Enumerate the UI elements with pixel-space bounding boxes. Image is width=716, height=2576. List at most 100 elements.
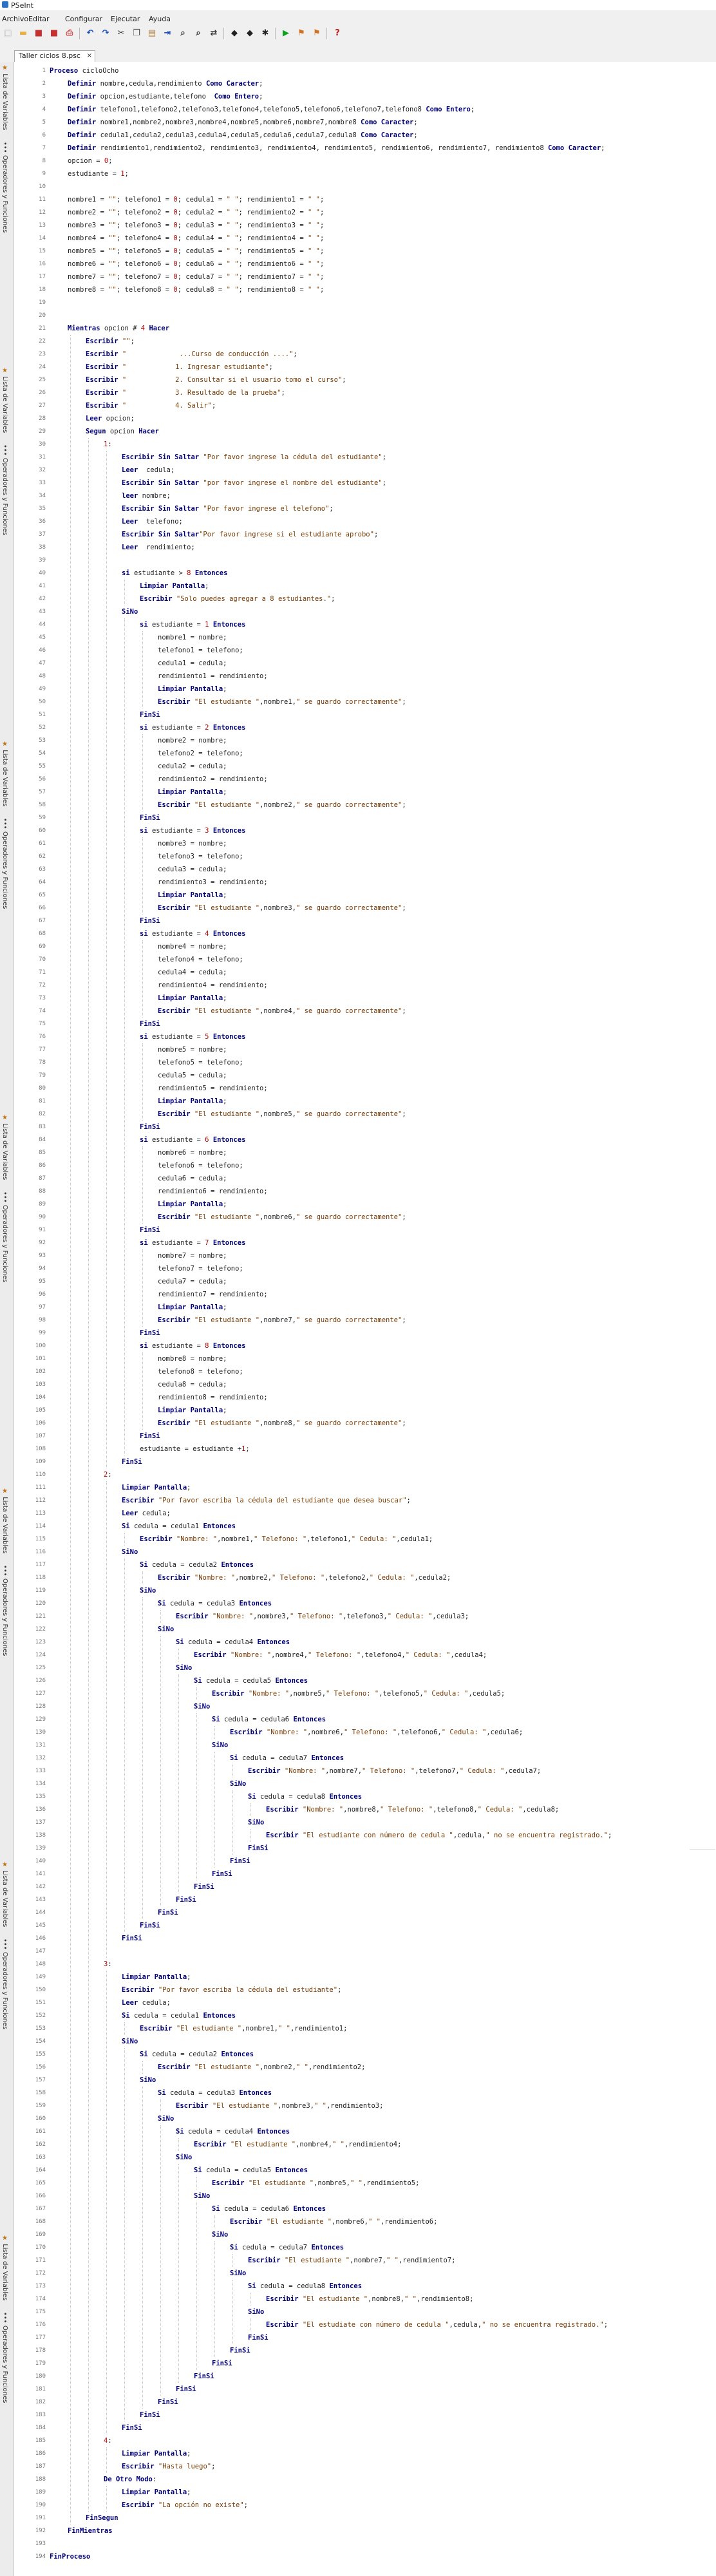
code-line[interactable]: rendimiento8 = rendimiento; [158,1391,268,1404]
operators-panel-tab[interactable]: ••• Operadores y Funciones [1,1191,8,1282]
code-line[interactable]: Limpiar Pantalla; [122,1971,191,1984]
code-line[interactable]: FinSi [140,1018,160,1030]
code-line[interactable]: FinSi [122,2421,142,2434]
run-button[interactable]: ▶ [279,27,292,40]
code-line[interactable]: Si cedula = cedula7 Entonces [230,2241,344,2254]
code-line[interactable]: cedula2 = cedula; [158,760,227,773]
code-line[interactable]: nombre2 = nombre; [158,734,227,747]
code-line[interactable]: FinSi [140,2409,160,2421]
find-button[interactable]: ⌕ [176,27,189,40]
code-line[interactable]: FinSi [140,914,160,927]
code-line[interactable]: Escribir "El estudiante ",nombre1," ",re… [140,2022,347,2035]
code-line[interactable]: SiNo [248,1816,264,1829]
code-line[interactable]: Escribir " 4. Salir"; [86,399,216,412]
code-line[interactable]: Leer telefono; [122,515,183,528]
code-line[interactable]: Definir telefono1,telefono2,telefono3,te… [68,103,475,116]
code-line[interactable]: Limpiar Pantalla; [158,683,227,696]
code-line[interactable]: nombre5 = ""; telefono5 = 0; cedula5 = "… [68,245,324,258]
code-line[interactable]: Limpiar Pantalla; [158,1198,227,1211]
code-line[interactable]: si estudiante > 8 Entonces [122,567,227,580]
code-line[interactable]: si estudiante = 6 Entonces [140,1133,245,1146]
code-line[interactable]: cedula5 = cedula; [158,1069,227,1082]
code-line[interactable]: leer nombre; [122,489,171,502]
code-line[interactable]: SiNo [122,2035,138,2048]
code-line[interactable]: Escribir "Nombre: ",nombre6," Telefono: … [230,1726,523,1739]
menu-ejecutar[interactable]: Ejecutar [111,15,140,23]
code-line[interactable]: FinSi [212,2357,232,2370]
copy-button[interactable]: ❐ [130,27,143,40]
variables-panel-tab[interactable]: ★ Lista de Variables [1,367,8,433]
code-line[interactable]: Escribir "El estudiante ",nombre6," ",re… [230,2215,437,2228]
code-line[interactable]: Escribir "El estudiante con número de ce… [266,1829,612,1842]
code-line[interactable]: Si cedula = cedula4 Entonces [176,1636,290,1649]
code-line[interactable]: 4: [104,2434,112,2447]
code-line[interactable]: Escribir Sin Saltar "Por favor ingrese e… [122,502,334,515]
code-line[interactable]: FinSi [230,1855,250,1868]
step-by-step-button[interactable]: ⚑ [310,27,323,40]
code-line[interactable]: cedula4 = cedula; [158,966,227,979]
code-line[interactable]: Limpiar Pantalla; [122,2447,191,2460]
code-line[interactable]: Escribir Sin Saltar"Por favor ingrese si… [122,528,378,541]
variables-panel-tab[interactable]: ★ Lista de Variables [1,741,8,806]
operators-panel-tab[interactable]: ••• Operadores y Funciones [1,2312,8,2403]
code-line[interactable]: FinProceso [50,2550,90,2563]
code-line[interactable]: Definir rendimiento1,rendimiento2, rendi… [68,142,605,155]
code-line[interactable]: Escribir "El estudiante ",nombre7," ",re… [248,2254,455,2267]
code-line[interactable]: nombre6 = nombre; [158,1146,227,1159]
code-line[interactable]: FinSegun [86,2512,118,2524]
code-line[interactable]: Escribir "El estudiante ",nombre7," se g… [158,1314,406,1327]
code-line[interactable]: Limpiar Pantalla; [158,786,227,799]
code-line[interactable]: nombre4 = nombre; [158,940,227,953]
code-line[interactable]: Limpiar Pantalla; [158,1404,227,1417]
code-line[interactable]: nombre4 = ""; telefono4 = 0; cedula4 = "… [68,232,324,245]
variables-panel-tab[interactable]: ★ Lista de Variables [1,64,8,130]
code-line[interactable]: rendimiento5 = rendimiento; [158,1082,268,1095]
code-line[interactable]: Escribir "El estudiante ",nombre3," se g… [158,902,406,914]
code-line[interactable]: si estudiante = 5 Entonces [140,1030,245,1043]
new-file-button[interactable]: □ [1,27,14,40]
variables-panel-tab[interactable]: ★ Lista de Variables [1,1114,8,1180]
code-line[interactable]: Escribir " 2. Consultar si el usuario to… [86,374,346,386]
code-line[interactable]: telefono2 = telefono; [158,747,243,760]
paste-button[interactable]: ▤ [146,27,158,40]
code-line[interactable]: Escribir "El estudiante ",nombre8," ",re… [266,2293,473,2306]
code-line[interactable]: Si cedula = cedula1 Entonces [122,2009,236,2022]
variables-panel-tab[interactable]: ★ Lista de Variables [1,1488,8,1553]
code-line[interactable]: nombre7 = nombre; [158,1249,227,1262]
code-line[interactable]: nombre1 = ""; telefono1 = 0; cedula1 = "… [68,193,324,206]
code-line[interactable]: FinSi [140,1224,160,1236]
operators-panel-tab[interactable]: ••• Operadores y Funciones [1,444,8,535]
code-line[interactable]: Segun opcion Hacer [86,425,159,438]
code-line[interactable]: FinSi [194,2370,214,2383]
redo-button[interactable]: ↷ [99,27,112,40]
code-line[interactable]: Mientras opcion # 4 Hacer [68,322,169,335]
code-line[interactable]: SiNo [212,1739,228,1752]
code-line[interactable]: Escribir "El estudiante ",nombre1," se g… [158,696,406,708]
code-line[interactable]: si estudiante = 1 Entonces [140,618,245,631]
code-line[interactable]: SiNo [230,1777,246,1790]
code-line[interactable]: Escribir "El estudiante ",nombre3," ",re… [176,2099,383,2112]
menu-configurar[interactable]: Configurar [65,15,102,23]
code-line[interactable]: Escribir " 3. Resultado de la prueba"; [86,386,285,399]
code-line[interactable]: SiNo [122,1546,138,1558]
code-line[interactable]: rendimiento7 = rendimiento; [158,1288,268,1301]
replace-button[interactable]: ⇄ [207,27,220,40]
code-line[interactable]: FinSi [158,1906,178,1919]
code-line[interactable]: Escribir " ...Curso de conducción ...."; [86,348,297,361]
code-line[interactable]: Si cedula = cedula6 Entonces [212,2202,326,2215]
code-line[interactable]: Escribir "El estudiante ",nombre6," se g… [158,1211,406,1224]
code-line[interactable]: Limpiar Pantalla; [140,580,209,592]
code-line[interactable]: Leer rendimiento; [122,541,195,554]
code-line[interactable]: Escribir "Hasta luego"; [122,2460,215,2473]
code-line[interactable]: cedula3 = cedula; [158,863,227,876]
code-line[interactable]: Si cedula = cedula6 Entonces [212,1713,326,1726]
code-line[interactable]: SiNo [230,2267,246,2280]
code-line[interactable]: SiNo [248,2306,264,2318]
code-line[interactable]: Escribir "Nombre: ",nombre5," Telefono: … [212,1687,505,1700]
help-button[interactable]: ? [331,27,344,40]
close-icon[interactable]: × [87,51,92,61]
code-line[interactable]: De Otro Modo: [104,2473,156,2486]
menu-ayuda[interactable]: Ayuda [149,15,171,23]
code-line[interactable]: Si cedula = cedula4 Entonces [176,2125,290,2138]
code-line[interactable]: estudiante = estudiante +1; [140,1443,250,1455]
